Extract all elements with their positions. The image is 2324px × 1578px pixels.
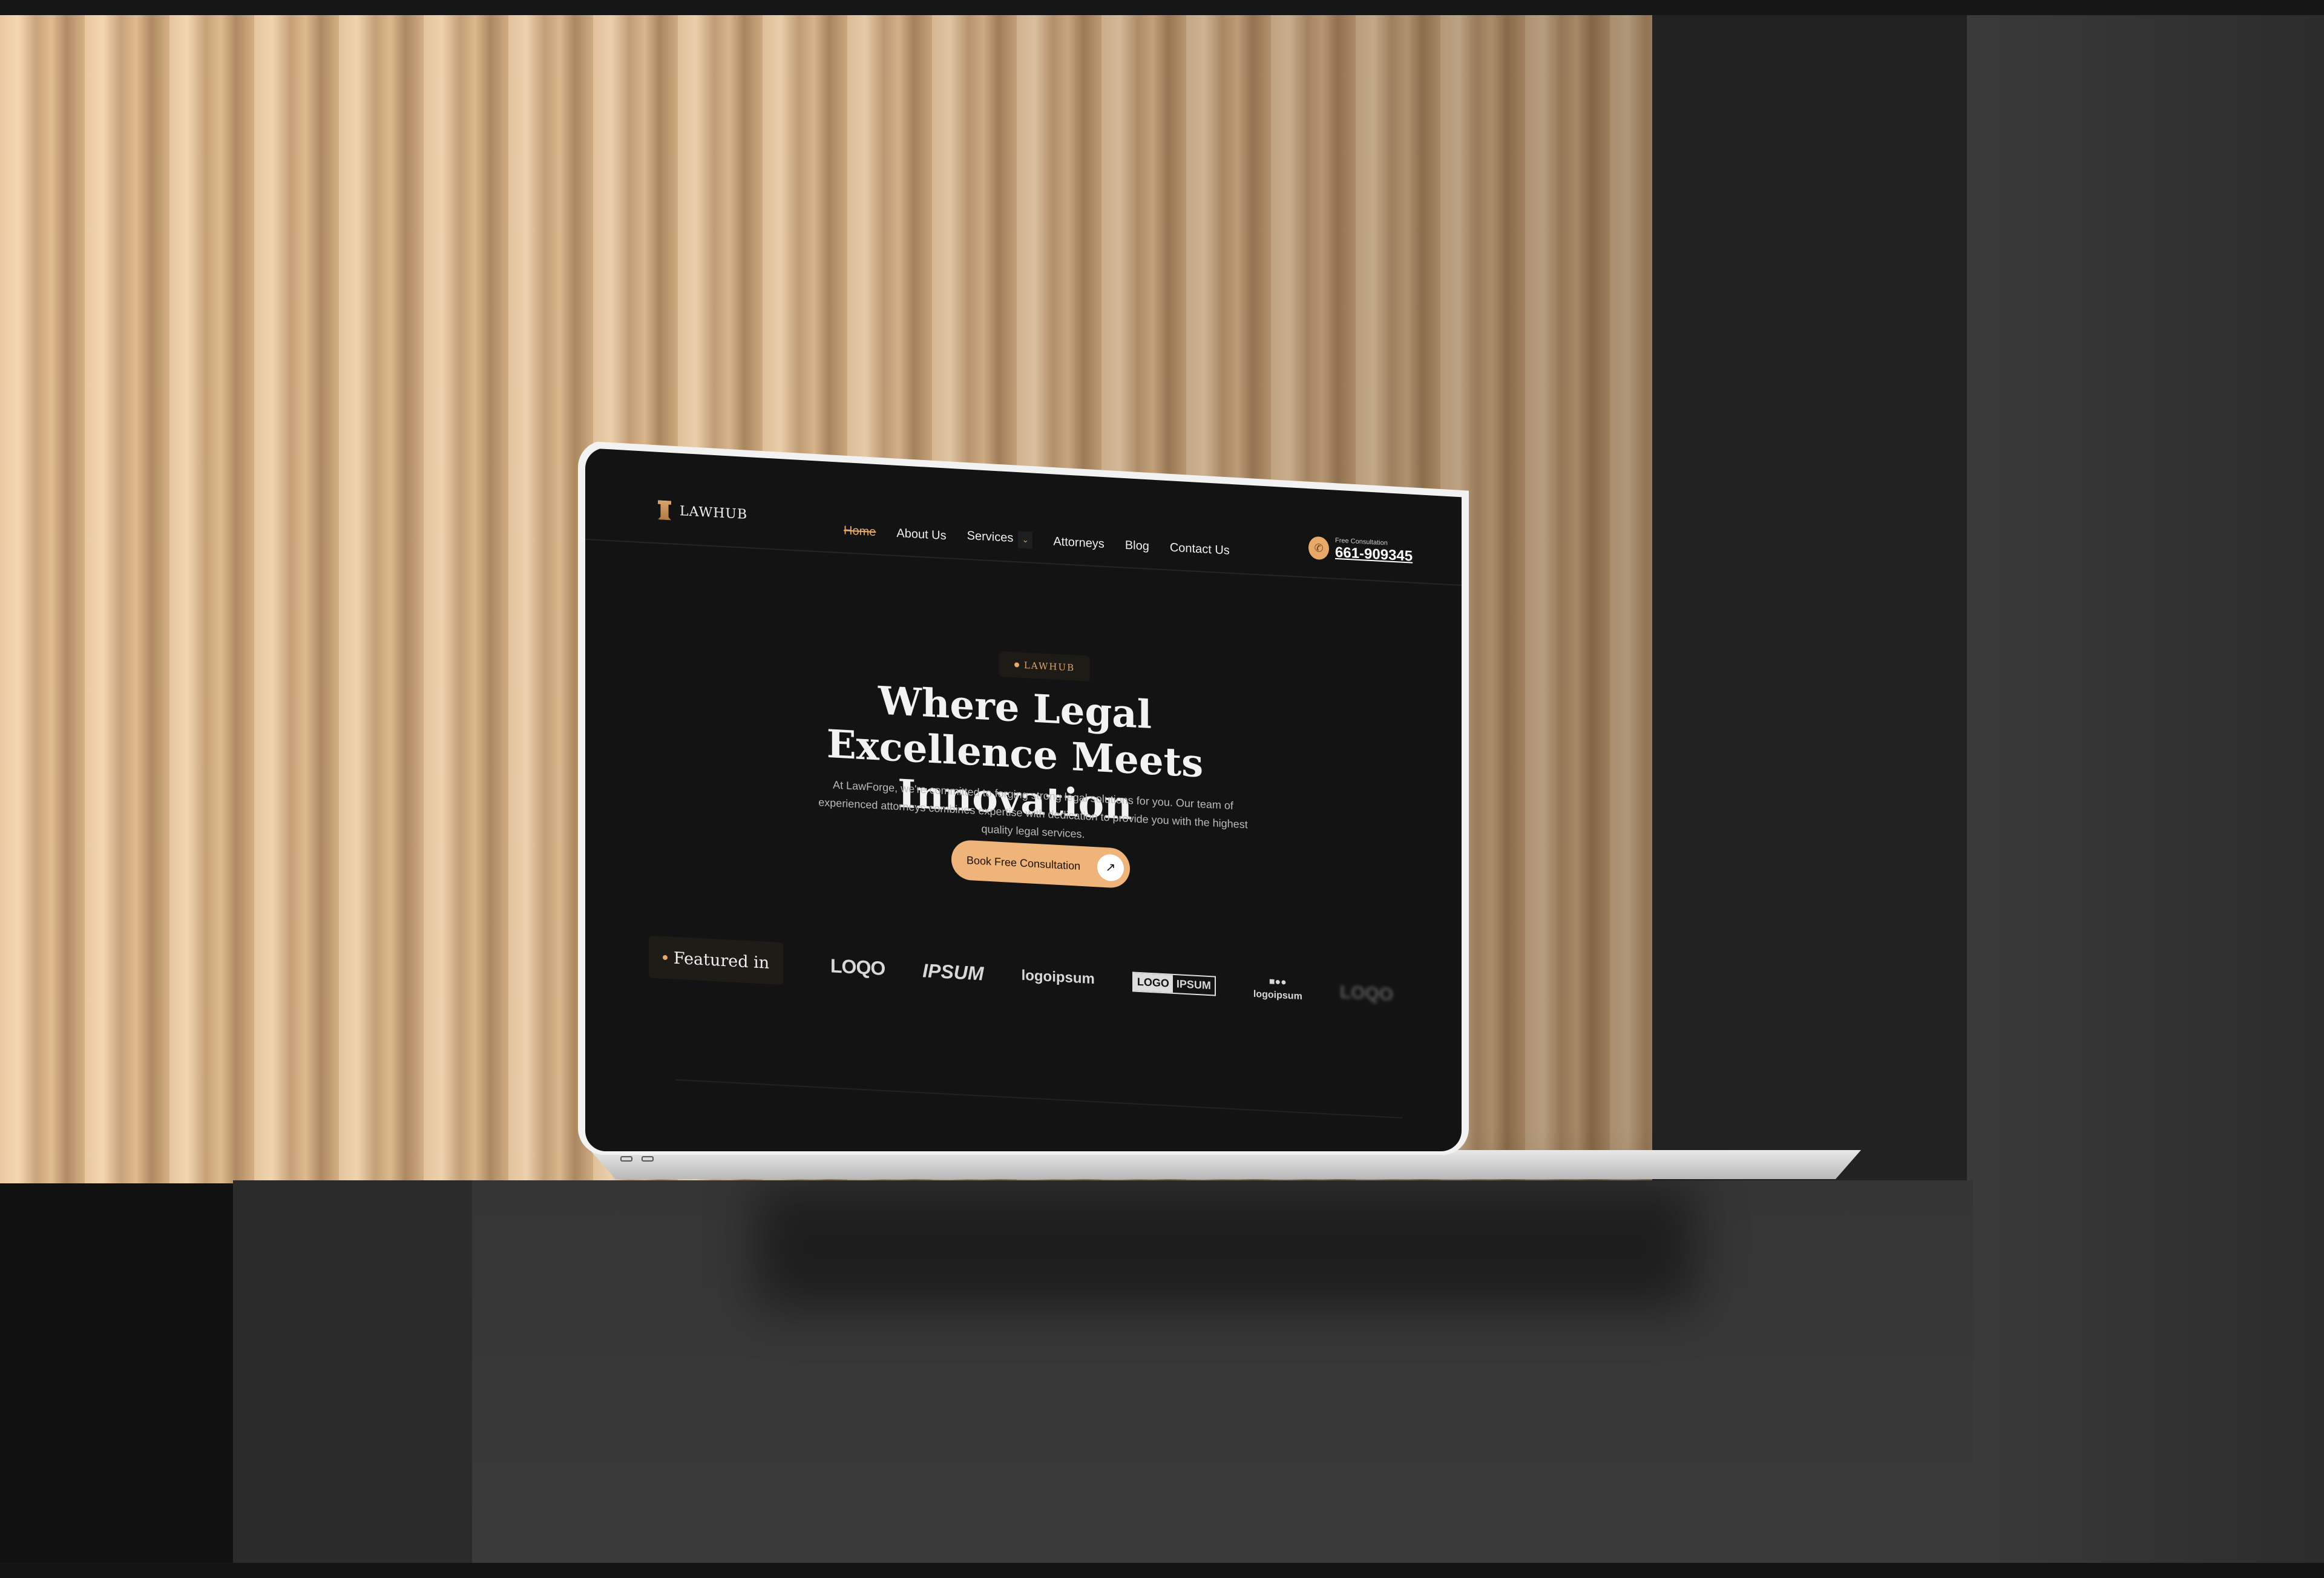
- phone-icon: ✆: [1308, 536, 1329, 561]
- dot-icon: [1014, 662, 1019, 668]
- dark-panel: [1652, 15, 1967, 1183]
- partner-logo: logoipsum: [1021, 967, 1095, 988]
- pillar-icon: [658, 500, 671, 520]
- hero-badge: LAWHUB: [999, 651, 1090, 682]
- nav-services[interactable]: Services ⌄: [967, 528, 1033, 549]
- chevron-down-icon[interactable]: ⌄: [1018, 531, 1033, 549]
- site-logo[interactable]: LAWHUB: [658, 500, 747, 524]
- usb-port: [642, 1156, 654, 1162]
- laptop-screen: LAWHUB Home About Us Services ⌄ Attorneys…: [585, 448, 1462, 1151]
- book-consultation-button[interactable]: Book Free Consultation ↗: [951, 839, 1130, 889]
- divider: [676, 1079, 1402, 1119]
- phone-number[interactable]: 661-909345: [1335, 544, 1413, 565]
- partner-logo: IPSUM: [922, 959, 984, 985]
- partner-logo: LOGO IPSUM: [1132, 971, 1216, 996]
- partner-logo: LOQO: [1339, 982, 1394, 1005]
- main-nav: Home About Us Services ⌄ Attorneys Blog C…: [844, 522, 1230, 559]
- phone-contact[interactable]: ✆ Free Consultation 661-909345: [1308, 536, 1413, 565]
- pedestal-side: [233, 1180, 475, 1563]
- partner-logo: LOQO: [830, 954, 885, 979]
- featured-in-label: Featured in: [649, 935, 783, 985]
- bottom-border: [0, 1563, 2324, 1578]
- top-border: [0, 0, 2324, 15]
- dark-panel-right: [1967, 15, 2324, 1565]
- dot-icon: [662, 955, 668, 961]
- partner-logo: ■●● logoipsum: [1253, 976, 1302, 1002]
- nav-contact[interactable]: Contact Us: [1170, 541, 1230, 557]
- nav-about[interactable]: About Us: [896, 526, 946, 542]
- usb-port: [620, 1156, 632, 1162]
- nav-attorneys[interactable]: Attorneys: [1053, 534, 1104, 551]
- arrow-up-right-icon: ↗: [1097, 853, 1124, 882]
- nav-home[interactable]: Home: [844, 524, 876, 539]
- featured-logos: LOQO IPSUM logoipsum LOGO IPSUM ■●● logoip…: [830, 952, 1393, 1008]
- nav-blog[interactable]: Blog: [1125, 538, 1149, 553]
